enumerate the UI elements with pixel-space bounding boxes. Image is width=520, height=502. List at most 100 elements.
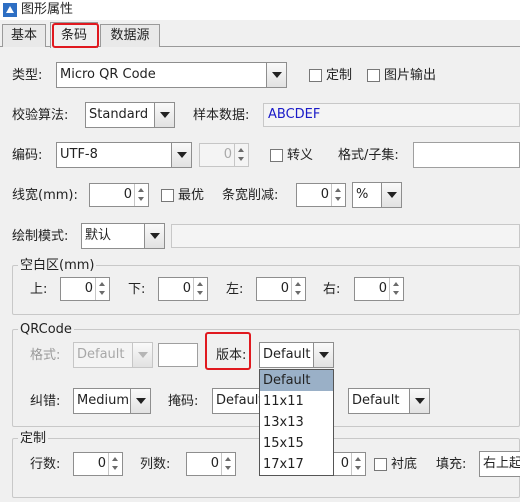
spinner-arrows-icon[interactable] <box>389 278 403 300</box>
fill-select[interactable]: 右上起 <box>479 451 520 477</box>
best-checkbox[interactable] <box>161 189 174 202</box>
background-checkbox[interactable] <box>374 458 387 471</box>
spinner-arrows-icon[interactable] <box>134 184 148 206</box>
title-bar: 图形属性 <box>0 0 520 20</box>
chevron-down-icon <box>266 63 286 87</box>
version-label: 版本: <box>216 348 247 363</box>
type-label: 类型: <box>12 68 43 83</box>
spinner-arrows-icon[interactable] <box>221 453 235 475</box>
margin-top-spinner[interactable]: 0 <box>60 277 110 301</box>
bar-reduce-spinner[interactable]: 0 <box>296 183 346 207</box>
margin-right-value: 0 <box>378 281 387 296</box>
custom-checkbox[interactable] <box>309 69 322 82</box>
version-option-default[interactable]: Default <box>260 370 333 391</box>
chevron-down-icon <box>130 389 150 413</box>
margin-left-spinner[interactable]: 0 <box>256 277 306 301</box>
qr-format-extra-field[interactable] <box>158 343 198 367</box>
encoding-spinner-value: 0 <box>223 147 232 162</box>
margin-top-value: 0 <box>84 281 93 296</box>
version-option-11x11[interactable]: 11x11 <box>260 391 333 412</box>
encoding-select[interactable]: UTF-8 <box>56 142 192 168</box>
tab-datasource[interactable]: 数据源 <box>100 24 160 47</box>
format-subset-label: 格式/子集: <box>338 148 399 163</box>
rows-label: 行数: <box>30 457 61 472</box>
check-algorithm-value: Standard <box>89 107 149 122</box>
line-width-value: 0 <box>123 187 132 202</box>
draw-mode-extra-field <box>171 224 520 248</box>
bar-reduce-value: 0 <box>320 187 329 202</box>
fill-label: 填充: <box>436 457 467 472</box>
qr-extra-value: Default <box>352 393 400 408</box>
image-output-label: 图片输出 <box>384 68 437 83</box>
type-value: Micro QR Code <box>60 67 156 82</box>
rows-spinner[interactable]: 0 <box>73 452 123 476</box>
encoding-spinner: 0 <box>199 143 249 167</box>
margin-bottom-spinner[interactable]: 0 <box>158 277 208 301</box>
ecc-label: 纠错: <box>30 394 61 409</box>
window-title: 图形属性 <box>21 2 74 17</box>
spinner-arrows-icon[interactable] <box>108 453 122 475</box>
mask-value: Default <box>216 393 264 408</box>
ecc-select[interactable]: Medium <box>73 388 151 414</box>
spinner-arrows-icon[interactable] <box>331 184 345 206</box>
unit-value: % <box>356 187 369 202</box>
cols-label: 列数: <box>140 457 171 472</box>
draw-mode-label: 绘制模式: <box>12 229 69 244</box>
version-value: Default <box>263 347 311 362</box>
spinner-arrows-icon[interactable] <box>291 278 305 300</box>
chevron-down-icon <box>313 343 333 367</box>
version-option-17x17[interactable]: 17x17 <box>260 454 333 475</box>
margin-bottom-label: 下: <box>128 282 146 297</box>
version-option-13x13[interactable]: 13x13 <box>260 412 333 433</box>
version-select[interactable]: Default <box>259 342 334 368</box>
tab-barcode[interactable]: 条码 <box>50 22 98 48</box>
margin-right-spinner[interactable]: 0 <box>354 277 404 301</box>
chevron-down-icon <box>132 343 152 367</box>
tab-basic-label: 基本 <box>10 28 37 43</box>
chevron-down-icon <box>171 143 191 167</box>
check-algorithm-select[interactable]: Standard <box>85 102 175 128</box>
sample-data-value: ABCDEF <box>268 107 321 122</box>
encoding-label: 编码: <box>12 148 43 163</box>
format-subset-field[interactable] <box>413 142 520 168</box>
version-option-15x15[interactable]: 15x15 <box>260 433 333 454</box>
cols-spinner[interactable]: 0 <box>186 452 236 476</box>
type-select[interactable]: Micro QR Code <box>56 62 287 88</box>
margin-group-title: 空白区(mm) <box>18 258 97 274</box>
spinner-arrows-icon[interactable] <box>351 453 365 475</box>
margin-left-value: 0 <box>280 281 289 296</box>
qrcode-group-title: QRCode <box>18 322 74 338</box>
mask-label: 掩码: <box>168 394 199 409</box>
margin-left-label: 左: <box>226 282 244 297</box>
margin-top-label: 上: <box>30 282 48 297</box>
qr-format-label: 格式: <box>30 348 61 363</box>
qr-format-select: Default <box>73 342 153 368</box>
margin-right-label: 右: <box>323 282 341 297</box>
qr-extra-select[interactable]: Default <box>348 388 430 414</box>
fill-value: 右上起 <box>483 456 520 471</box>
background-label: 衬底 <box>391 457 418 472</box>
tab-barcode-label: 条码 <box>60 28 87 43</box>
line-width-label: 线宽(mm): <box>12 188 78 203</box>
custom-label: 定制 <box>326 68 353 83</box>
bar-reduce-label: 条宽削减: <box>222 188 279 203</box>
spinner-arrows-icon[interactable] <box>95 278 109 300</box>
version-dropdown-list[interactable]: Default 11x11 13x13 15x15 17x17 <box>259 369 334 476</box>
spinner-arrows-icon <box>234 144 248 166</box>
image-output-checkbox[interactable] <box>367 69 380 82</box>
draw-mode-select[interactable]: 默认 <box>81 223 165 249</box>
unit-select[interactable]: % <box>352 182 402 208</box>
sample-data-field[interactable]: ABCDEF <box>263 103 520 127</box>
line-width-spinner[interactable]: 0 <box>89 183 149 207</box>
escape-checkbox[interactable] <box>270 149 283 162</box>
chevron-down-icon <box>381 183 401 207</box>
escape-label: 转义 <box>287 148 314 163</box>
tab-basic[interactable]: 基本 <box>2 24 46 47</box>
chevron-down-icon <box>409 389 429 413</box>
encoding-value: UTF-8 <box>60 147 98 162</box>
check-algorithm-label: 校验算法: <box>12 108 69 123</box>
cols-value: 0 <box>210 456 219 471</box>
margin-bottom-value: 0 <box>182 281 191 296</box>
spinner-arrows-icon[interactable] <box>193 278 207 300</box>
chevron-down-icon <box>144 224 164 248</box>
